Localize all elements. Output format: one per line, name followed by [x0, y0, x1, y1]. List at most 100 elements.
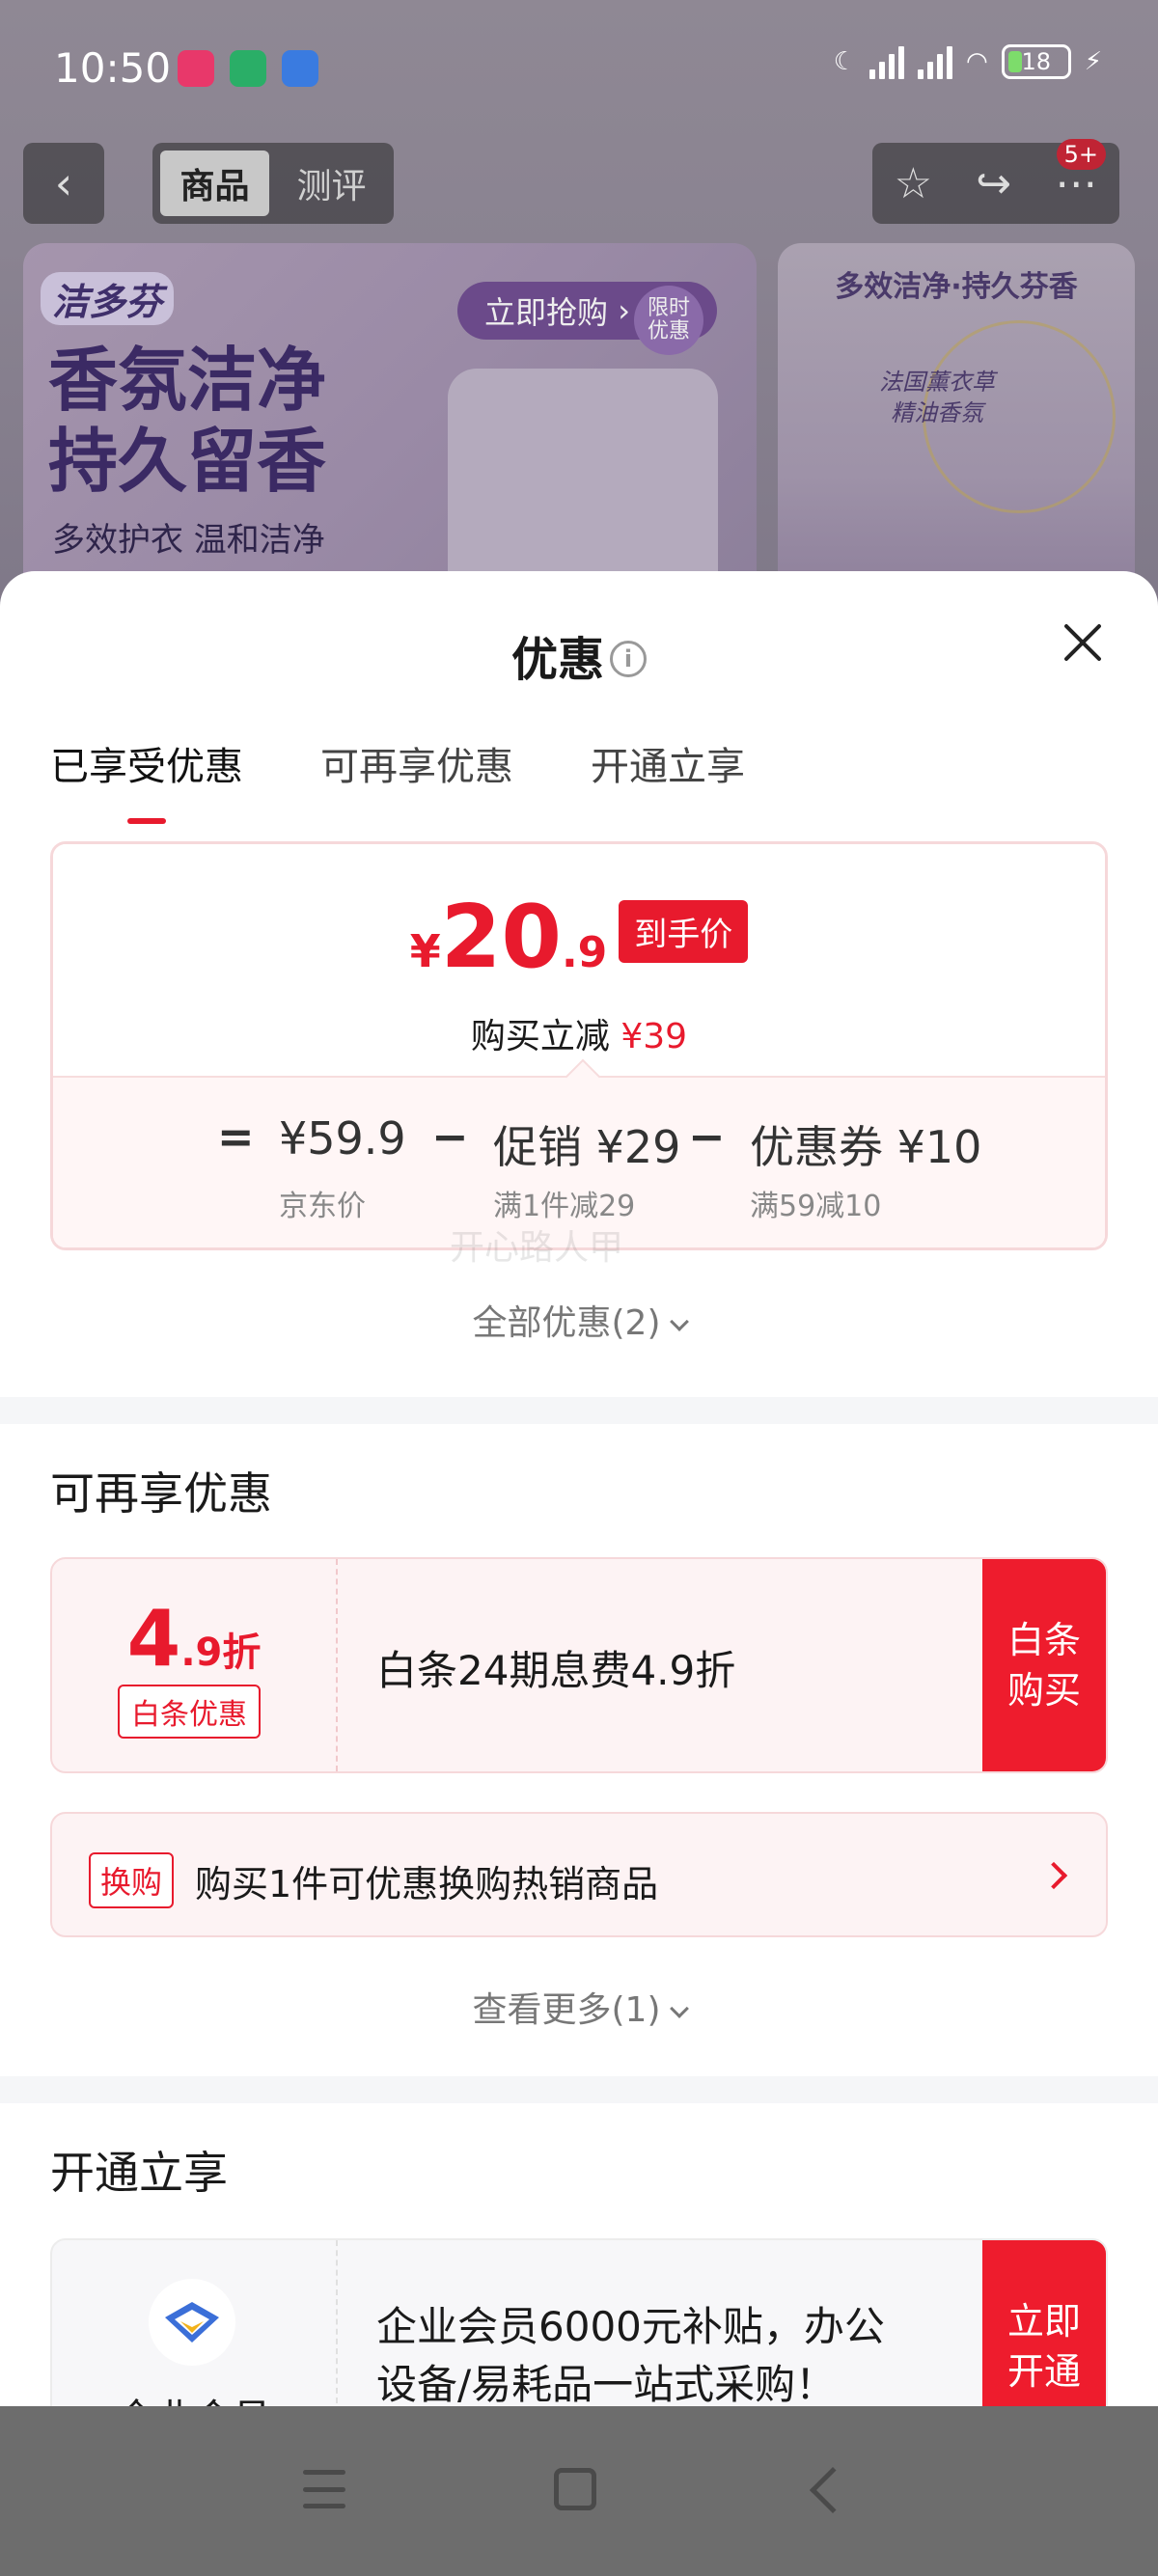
- minus-sign: −: [431, 1110, 469, 1163]
- chevron-down-icon: [669, 1999, 689, 2018]
- base-price-label: 京东价: [279, 1190, 366, 1223]
- back-button[interactable]: ‹: [23, 143, 104, 224]
- banner-title-line1: 香氛洁净: [48, 340, 327, 421]
- enterprise-description: 企业会员6000元补贴，办公设备/易耗品一站式采购！: [376, 2303, 885, 2406]
- discount-summary: 购买立减 ¥39: [53, 1008, 1105, 1058]
- buy-now-label: 立即抢购: [484, 294, 609, 331]
- baitiao-buy-button[interactable]: 白条 购买: [982, 1559, 1106, 1771]
- secondary-banner-title: 多效洁净·持久芬香: [835, 270, 1078, 304]
- status-time: 10:50: [54, 44, 172, 92]
- baitiao-btn-line2: 购买: [1006, 1669, 1081, 1712]
- baitiao-tag: 白条优惠: [118, 1685, 261, 1739]
- baitiao-discount: 4.9折 白条优惠: [52, 1559, 338, 1771]
- offer-tabs: 已享受优惠 可再享优惠 开通立享: [50, 735, 745, 824]
- secondary-sub-line2: 精油香氛: [891, 399, 983, 426]
- wechat-icon: [230, 50, 266, 87]
- baitiao-btn-line1: 白条: [1006, 1619, 1081, 1661]
- promo-banner[interactable]: 洁多芬 香氛洁净 持久留香 多效护衣 温和洁净 立即抢购 › 限时 优惠: [23, 243, 757, 617]
- menu-icon[interactable]: [303, 2470, 345, 2508]
- swap-tag: 换购: [89, 1852, 175, 1908]
- share-icon[interactable]: ↪: [976, 159, 1011, 208]
- action-group: ☆ ↪ ⋯ 5+: [872, 139, 1119, 224]
- limited-offer-badge: 限时 优惠: [633, 286, 703, 355]
- sheet-title-text: 优惠: [510, 633, 604, 687]
- tab-review[interactable]: 测评: [277, 151, 386, 216]
- all-offers-toggle[interactable]: 全部优惠(2): [0, 1295, 1158, 1345]
- enterprise-brand: 企业会员: [52, 2240, 338, 2406]
- baitiao-description: 白条24期息费4.9折: [376, 1647, 736, 1694]
- notification-badge: 5+: [1056, 139, 1106, 170]
- enterprise-name: 企业会员: [52, 2387, 336, 2406]
- watermark: 开心路人甲: [450, 1228, 624, 1268]
- back-icon[interactable]: [809, 2466, 857, 2514]
- app-red-icon: [178, 50, 214, 87]
- sheet-header: 优惠 i: [0, 571, 1158, 687]
- signal-icon: [869, 44, 905, 79]
- coupon-label: 满59减10: [750, 1190, 882, 1223]
- buy-now-button[interactable]: 立即抢购 › 限时 优惠: [457, 282, 717, 355]
- tab-enjoyed-offers[interactable]: 已享受优惠: [50, 735, 243, 824]
- brand-logo: 洁多芬: [41, 272, 175, 325]
- status-bar: 10:50 ☾ ◠ 18 ⚡: [0, 0, 1158, 135]
- limited-line1: 限时: [647, 296, 690, 320]
- tab-open-offers[interactable]: 开通立享: [591, 735, 745, 824]
- shield-app-icon: [282, 50, 318, 87]
- section-divider: [0, 1397, 1158, 1424]
- coupon-value: 优惠券 ¥10: [750, 1121, 982, 1173]
- home-icon[interactable]: [554, 2468, 596, 2510]
- discount-value: ¥39: [620, 1017, 688, 1056]
- price-decimal: .9: [561, 928, 608, 977]
- signal-icon-2: [918, 44, 953, 79]
- star-icon[interactable]: ☆: [895, 159, 932, 208]
- baitiao-offer-card: 4.9折 白条优惠 白条24期息费4.9折 白条购买: [50, 1557, 1108, 1773]
- open-membership-button[interactable]: 立即 开通: [982, 2240, 1106, 2406]
- tab-product[interactable]: 商品: [160, 151, 269, 216]
- open-btn-line1: 立即: [1006, 2300, 1081, 2343]
- enterprise-offer-card: 企业会员 企业会员6000元补贴，办公设备/易耗品一站式采购！ 立即开通: [50, 2238, 1108, 2406]
- close-icon[interactable]: [1062, 621, 1104, 664]
- price-integer: 20: [440, 887, 562, 988]
- info-icon[interactable]: i: [610, 641, 647, 677]
- banner-title-line2: 持久留香: [48, 421, 327, 502]
- wifi-icon: ◠: [966, 47, 988, 76]
- baitiao-discount-big: 4: [126, 1594, 181, 1684]
- equals-sign: =: [217, 1110, 255, 1163]
- chevron-right-icon: [1039, 1861, 1068, 1890]
- tab-more-offers[interactable]: 可再享优惠: [320, 735, 513, 824]
- background-product-page: 10:50 ☾ ◠ 18 ⚡ ‹ 商品 测评 ☆ ↪ ⋯ 5+ 洁多芬 香氛洁净…: [0, 0, 1158, 617]
- battery-icon: 18: [1001, 44, 1071, 79]
- final-price: ¥20.9 到手价: [53, 887, 1105, 988]
- all-offers-label: 全部优惠(2): [472, 1303, 661, 1343]
- final-price-section: ¥20.9 到手价 购买立减 ¥39: [53, 844, 1105, 1076]
- price-breakdown-card: ¥20.9 到手价 购买立减 ¥39 = ¥59.9 京东价 − 促销 ¥29 满…: [50, 841, 1108, 1250]
- battery-level: 18: [1021, 48, 1051, 75]
- chevron-down-icon: [669, 1312, 689, 1331]
- currency-symbol: ¥: [409, 925, 441, 977]
- final-price-tag: 到手价: [619, 900, 749, 963]
- swap-offer-row[interactable]: 换购 购买1件可优惠换购热销商品: [50, 1812, 1108, 1937]
- promo-value: 促销 ¥29: [493, 1121, 681, 1173]
- swap-description: 购买1件可优惠换购热销商品: [195, 1863, 659, 1905]
- see-more-toggle[interactable]: 查看更多(1): [0, 1982, 1158, 2032]
- base-price: ¥59.9: [279, 1112, 406, 1165]
- minus-sign-2: −: [688, 1110, 726, 1163]
- system-nav-bar: [0, 2406, 1158, 2576]
- open-offers-title: 开通立享: [50, 2147, 228, 2199]
- secondary-banner-subtitle: 法国薰衣草 精油香氛: [836, 367, 1038, 428]
- section-divider-2: [0, 2076, 1158, 2103]
- chevron-left-icon: ‹: [54, 157, 73, 209]
- enterprise-logo-icon: [149, 2279, 235, 2366]
- status-indicators: ☾ ◠ 18 ⚡: [834, 44, 1102, 79]
- product-nav: ‹ 商品 测评 ☆ ↪ ⋯ 5+: [0, 139, 1158, 224]
- banner-subtitle: 多效护衣 温和洁净: [52, 521, 325, 560]
- offers-sheet: 优惠 i 已享受优惠 可再享优惠 开通立享 ¥20.9 到手价 购买立减 ¥39 =…: [0, 571, 1158, 2406]
- charging-icon: ⚡: [1084, 47, 1102, 76]
- see-more-label: 查看更多(1): [472, 1990, 661, 2030]
- discount-prefix: 购买立减: [470, 1017, 610, 1056]
- open-btn-line2: 开通: [1006, 2350, 1081, 2393]
- secondary-banner[interactable]: 多效洁净·持久芬香 法国薰衣草 精油香氛: [778, 243, 1135, 617]
- moon-icon: ☾: [833, 47, 857, 76]
- promo-label: 满1件减29: [493, 1190, 636, 1223]
- sheet-title: 优惠 i: [0, 621, 1158, 689]
- secondary-sub-line1: 法国薰衣草: [879, 369, 995, 396]
